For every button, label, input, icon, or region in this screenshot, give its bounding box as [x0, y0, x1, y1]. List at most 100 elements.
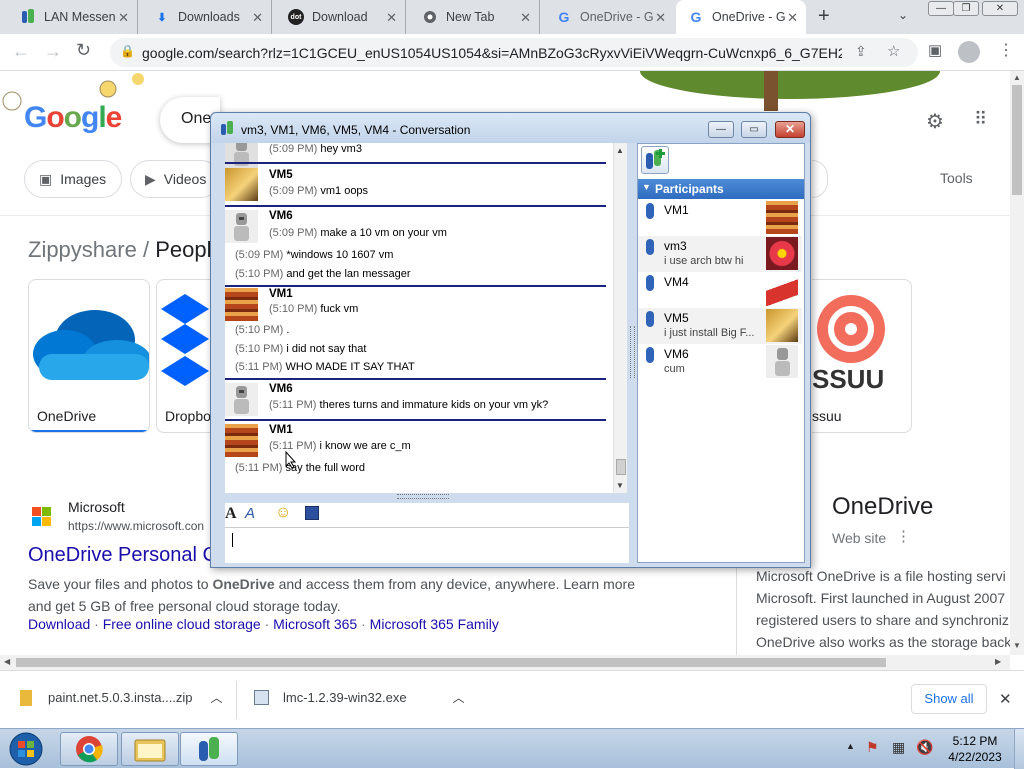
tray-flag-icon[interactable]: ⚑ [866, 739, 879, 756]
sitelink-free-storage[interactable]: Free online cloud storage [103, 616, 261, 632]
participant-vm1[interactable]: VM1 [638, 200, 802, 236]
tab-onedrive-2[interactable]: G OneDrive - G ✕ [676, 0, 806, 34]
vertical-scrollbar[interactable]: ▲ ▼ [1010, 71, 1024, 655]
close-icon[interactable]: ✕ [386, 10, 397, 26]
chevron-up-icon[interactable]: ︿ [211, 689, 223, 706]
browser-toolbar: ← → ↻ 🔒 google.com/search?rlz=1C1GCEU_en… [0, 34, 1024, 71]
tab-onedrive-1[interactable]: G OneDrive - G ✕ [544, 0, 674, 34]
apps-grid-icon[interactable]: ⠿ [974, 109, 987, 130]
card-dropbox[interactable]: Dropbo [156, 279, 212, 433]
show-desktop-button[interactable] [1014, 729, 1024, 769]
download-item-lmc[interactable]: lmc-1.2.39-win32.exe ︿ [254, 689, 465, 706]
minimize-button[interactable]: — [928, 1, 954, 16]
maximize-button[interactable]: ▭ [741, 121, 767, 138]
message-sender: VM5 [269, 169, 293, 181]
vertical-splitter-grip[interactable] [630, 326, 635, 378]
sitelink-download[interactable]: Download [28, 616, 90, 632]
card-onedrive[interactable]: OneDrive [28, 279, 150, 433]
tray-network-icon[interactable]: ▦ [892, 739, 905, 756]
font-icon[interactable]: A [225, 505, 237, 523]
google-logo[interactable]: Google [24, 101, 122, 135]
reload-icon[interactable]: ↻ [76, 40, 91, 61]
show-all-button[interactable]: Show all [911, 684, 987, 714]
kp-more-icon[interactable]: ⋮ [896, 527, 911, 545]
close-icon[interactable]: ✕ [655, 10, 666, 26]
participant-vm6[interactable]: VM6 cum [638, 344, 802, 380]
sitelink-microsoft-365[interactable]: Microsoft 365 [273, 616, 357, 632]
new-tab-button[interactable]: + [818, 5, 830, 28]
bookmark-star-icon[interactable]: ☆ [887, 42, 900, 60]
participants-header[interactable]: ▼ Participants [638, 179, 804, 199]
download-item-paintnet[interactable]: paint.net.5.0.3.insta....zip ︿ [20, 689, 223, 706]
tab-download[interactable]: dot Download ✕ [276, 0, 406, 34]
taskbar-chrome-button[interactable] [60, 732, 118, 766]
restore-button[interactable]: ❐ [953, 1, 979, 16]
font-color-icon[interactable]: A [245, 505, 255, 522]
horizontal-scrollbar[interactable]: ◀ ▶ [0, 655, 1010, 670]
emoticon-icon[interactable]: ☺ [275, 504, 291, 522]
scroll-up-icon[interactable]: ▲ [616, 146, 624, 155]
tab-new-tab[interactable]: New Tab ✕ [410, 0, 540, 34]
minimize-button[interactable]: — [708, 121, 734, 138]
address-bar[interactable]: 🔒 google.com/search?rlz=1C1GCEU_enUS1054… [110, 38, 918, 67]
chevron-up-icon[interactable]: ︿ [453, 689, 465, 706]
card-issuu[interactable]: SSUU ssuu [812, 279, 912, 433]
result-title-link[interactable]: OneDrive Personal C [28, 544, 217, 567]
scroll-left-icon[interactable]: ◀ [4, 657, 10, 666]
url-text: google.com/search?rlz=1C1GCEU_enUS1054US… [142, 45, 842, 61]
avatar-guitar [225, 168, 258, 201]
tab-downloads[interactable]: ⬇ Downloads ✕ [142, 0, 272, 34]
zip-file-icon [20, 689, 32, 706]
chip-videos[interactable]: ▶ Videos [130, 160, 220, 198]
sitelink-microsoft-365-family[interactable]: Microsoft 365 Family [370, 616, 499, 632]
tools-button[interactable]: Tools [940, 170, 973, 186]
tab-lan-messenger[interactable]: LAN Messen ✕ [8, 0, 138, 34]
scroll-thumb[interactable] [616, 459, 626, 475]
scroll-thumb[interactable] [1012, 85, 1022, 195]
message-sender: VM1 [269, 424, 293, 436]
participant-vm3[interactable]: vm3 i use arch btw hi [638, 236, 802, 272]
chip-images[interactable]: ▣ Images [24, 160, 122, 198]
result-snippet: Save your files and photos to OneDrive a… [28, 576, 635, 614]
taskbar-lan-messenger-button[interactable] [180, 732, 238, 766]
tab-search-chevron-icon[interactable]: ⌄ [898, 8, 908, 22]
close-window-button[interactable]: ✕ [775, 121, 805, 138]
breadcrumb-prefix[interactable]: Zippyshare [28, 237, 137, 262]
scroll-right-icon[interactable]: ▶ [995, 657, 1001, 666]
scroll-down-icon[interactable]: ▼ [1013, 641, 1021, 650]
tray-volume-muted-icon[interactable]: 🔇 [916, 739, 933, 756]
close-icon[interactable]: ✕ [520, 10, 531, 26]
close-icon[interactable]: ✕ [252, 10, 263, 26]
close-downloads-icon[interactable]: ✕ [999, 690, 1012, 708]
participant-vm5[interactable]: VM5 i just install Big F... [638, 308, 802, 344]
tray-clock[interactable]: 5:12 PM 4/22/2023 [940, 733, 1010, 765]
close-icon[interactable]: ✕ [787, 10, 798, 26]
chip-partial[interactable] [812, 160, 828, 198]
tray-expand-icon[interactable]: ▲ [846, 741, 855, 751]
share-icon[interactable]: ⇪ [855, 43, 867, 60]
profile-avatar[interactable] [958, 41, 980, 63]
chat-scrollbar[interactable]: ▲ ▼ [613, 143, 627, 493]
forward-icon[interactable]: → [44, 41, 62, 62]
microsoft-logo-icon [32, 507, 52, 527]
window-titlebar[interactable]: vm3, VM1, VM6, VM5, VM4 - Conversation —… [211, 113, 810, 143]
add-participant-button[interactable] [641, 146, 669, 174]
side-panel-icon[interactable]: ▣ [928, 41, 942, 59]
start-button[interactable] [2, 731, 50, 767]
avatar-robot [766, 345, 798, 378]
lan-messenger-window: vm3, VM1, VM6, VM5, VM4 - Conversation —… [210, 112, 811, 568]
participant-vm4[interactable]: VM4 [638, 272, 802, 308]
chat-history[interactable]: (5:09 PM) hey vm3 VM5 (5:09 PM) vm1 oops… [225, 143, 627, 493]
close-window-button[interactable]: ✕ [982, 1, 1018, 16]
splitter-grip[interactable] [397, 494, 449, 499]
settings-gear-icon[interactable]: ⚙ [926, 109, 944, 134]
back-icon[interactable]: ← [12, 41, 30, 62]
scroll-down-icon[interactable]: ▼ [616, 481, 624, 490]
message-input[interactable] [225, 527, 629, 563]
taskbar-explorer-button[interactable] [121, 732, 179, 766]
save-icon[interactable] [305, 506, 319, 520]
scroll-up-icon[interactable]: ▲ [1013, 73, 1021, 82]
scroll-thumb[interactable] [16, 658, 886, 667]
menu-kebab-icon[interactable]: ⋮ [998, 40, 1014, 60]
close-icon[interactable]: ✕ [118, 10, 129, 26]
